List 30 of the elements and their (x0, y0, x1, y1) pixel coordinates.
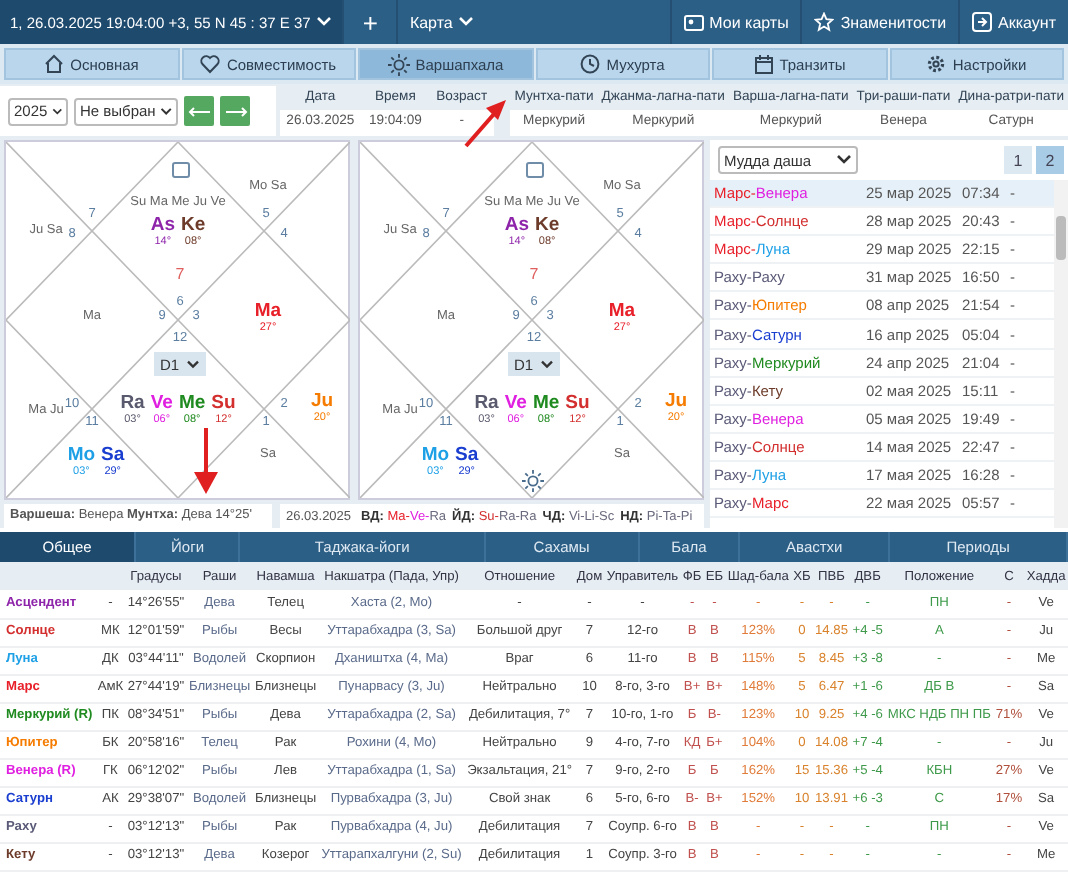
home-icon (44, 54, 65, 74)
sun-icon[interactable] (522, 470, 544, 492)
house-note: 7 (175, 265, 185, 283)
page-button[interactable]: 1 (1004, 146, 1032, 174)
star-icon (814, 12, 835, 32)
house-note: 7 (529, 265, 539, 283)
calendar-icon (753, 54, 774, 74)
right-arrow-icon (223, 105, 247, 117)
clock-icon (580, 54, 601, 74)
heart-icon (200, 54, 221, 74)
square-icon[interactable] (526, 162, 544, 178)
caret-icon (316, 16, 333, 28)
id-card-icon (683, 13, 704, 31)
next-button[interactable] (220, 96, 250, 126)
caret-icon (540, 359, 554, 369)
caret-icon (186, 359, 200, 369)
left-arrow-icon (187, 105, 211, 117)
previous-button[interactable] (184, 96, 214, 126)
settings-icon (926, 54, 947, 74)
caret-icon (836, 154, 852, 166)
sun-icon (387, 53, 410, 75)
scrollbar[interactable] (1054, 180, 1068, 528)
square-icon[interactable] (172, 162, 190, 178)
annotation-arrow (464, 100, 508, 148)
annotation-arrow (194, 428, 218, 496)
caret-icon (159, 105, 172, 117)
login-icon (972, 12, 993, 32)
page-button[interactable]: 2 (1036, 146, 1064, 174)
caret-icon (458, 16, 475, 28)
caret-icon (51, 105, 62, 117)
